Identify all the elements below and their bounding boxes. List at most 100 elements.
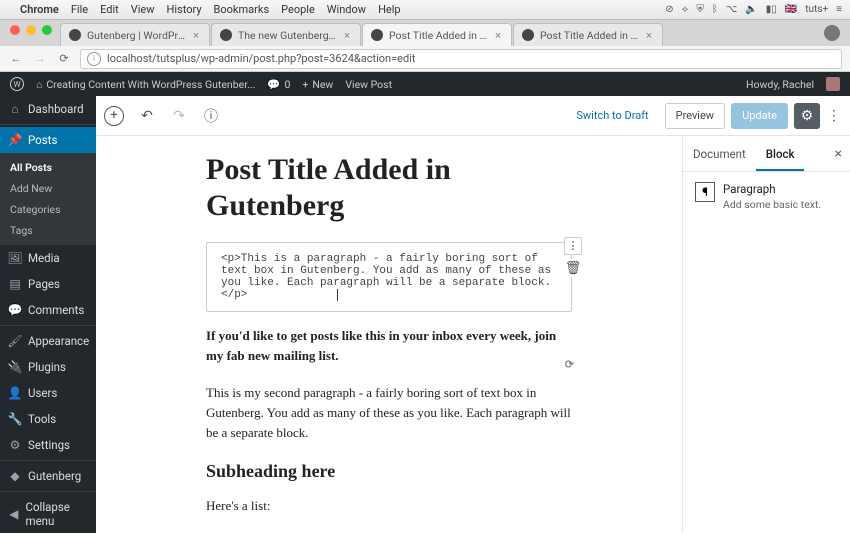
browser-tab[interactable]: The new Gutenberg editing ex × bbox=[211, 23, 361, 46]
view-post-link[interactable]: View Post bbox=[345, 78, 392, 91]
nav-reload-icon[interactable]: ⟳ bbox=[56, 52, 72, 65]
collapse-menu[interactable]: ◀Collapse menu bbox=[0, 494, 96, 534]
tray-flag-icon[interactable]: 🇬🇧 bbox=[785, 4, 797, 15]
window-minimize[interactable] bbox=[26, 25, 36, 35]
submenu-tags[interactable]: Tags bbox=[0, 220, 96, 241]
tray-shield-icon[interactable]: ⛨ bbox=[696, 4, 704, 15]
tab-close[interactable]: × bbox=[644, 29, 654, 42]
menu-tools[interactable]: 🔧Tools bbox=[0, 406, 96, 432]
gutenberg-icon: ◆ bbox=[8, 469, 22, 483]
menu-help[interactable]: Help bbox=[378, 3, 401, 16]
preview-button[interactable]: Preview bbox=[665, 103, 725, 129]
html-block-selected[interactable]: <p>This is a paragraph - a fairly boring… bbox=[206, 242, 572, 312]
favicon-icon bbox=[371, 29, 383, 41]
inspector-tabs: Document Block × bbox=[683, 136, 850, 172]
browser-tab[interactable]: Gutenberg | WordPress.org × bbox=[60, 23, 210, 46]
submenu-all-posts[interactable]: All Posts bbox=[0, 157, 96, 178]
page-icon: ▤ bbox=[8, 277, 22, 291]
menu-settings[interactable]: ⚙Settings bbox=[0, 432, 96, 458]
html-block-content: <p>This is a paragraph - a fairly boring… bbox=[221, 253, 551, 301]
menu-users[interactable]: 👤Users bbox=[0, 380, 96, 406]
sliders-icon: ⚙ bbox=[8, 438, 22, 452]
window-zoom[interactable] bbox=[42, 25, 52, 35]
paragraph-block[interactable]: This is my second paragraph - a fairly b… bbox=[206, 383, 572, 443]
user-icon: 👤 bbox=[8, 386, 22, 400]
editor-canvas[interactable]: Post Title Added in Gutenberg <p>This is… bbox=[96, 136, 682, 533]
mac-menu-bar: Chrome File Edit View History Bookmarks … bbox=[0, 0, 850, 20]
nav-back-icon[interactable]: ← bbox=[8, 52, 24, 65]
menu-dashboard[interactable]: ⌂Dashboard bbox=[0, 96, 96, 122]
wp-logo-icon[interactable]: W bbox=[10, 77, 24, 91]
tray-bat-icon[interactable]: ▮▯ bbox=[766, 4, 777, 15]
howdy-text[interactable]: Howdy, Rachel bbox=[746, 78, 814, 91]
favicon-icon bbox=[69, 29, 81, 41]
tray-key-icon[interactable]: ⌥ bbox=[726, 4, 738, 15]
menu-view[interactable]: View bbox=[131, 3, 155, 16]
tray-ham-icon[interactable]: ≡ bbox=[836, 4, 842, 15]
user-avatar-icon[interactable] bbox=[826, 77, 840, 91]
add-block-button[interactable]: + bbox=[104, 106, 124, 126]
new-button[interactable]: + New bbox=[302, 78, 333, 91]
browser-tab-active[interactable]: Post Title Added in Gutenber × bbox=[362, 23, 512, 46]
reusable-icon[interactable]: ⟳ bbox=[565, 357, 574, 374]
tab-close[interactable]: × bbox=[191, 29, 201, 42]
tab-block[interactable]: Block bbox=[756, 136, 805, 171]
post-title[interactable]: Post Title Added in Gutenberg bbox=[206, 152, 572, 224]
paragraph-text: If you'd like to get posts like this in … bbox=[206, 328, 556, 363]
menu-posts[interactable]: 📌Posts bbox=[0, 127, 96, 153]
menu-window[interactable]: Window bbox=[327, 3, 366, 16]
submenu-categories[interactable]: Categories bbox=[0, 199, 96, 220]
paragraph-block[interactable]: Here's a list: bbox=[206, 496, 572, 516]
more-menu-button[interactable]: ⋮ bbox=[826, 108, 842, 124]
close-inspector-button[interactable]: × bbox=[835, 146, 842, 162]
tray-brand[interactable]: tuts+ bbox=[805, 4, 828, 15]
tab-label: Post Title Added in Gutenber bbox=[389, 29, 487, 42]
favicon-icon bbox=[522, 29, 534, 41]
site-info-icon[interactable]: i bbox=[87, 52, 101, 66]
favicon-icon bbox=[220, 29, 232, 41]
tab-close[interactable]: × bbox=[342, 29, 352, 42]
block-type-name: Paragraph bbox=[723, 182, 821, 196]
tab-label: Post Title Added in Gutenberg bbox=[540, 29, 638, 42]
block-options-button[interactable]: ⋮ bbox=[564, 237, 582, 255]
redo-button: ↷ bbox=[170, 107, 188, 125]
app-name[interactable]: Chrome bbox=[20, 3, 59, 16]
profile-avatar-icon[interactable] bbox=[824, 25, 840, 41]
paragraph-block-bold[interactable]: If you'd like to get posts like this in … bbox=[206, 326, 572, 365]
tab-document[interactable]: Document bbox=[683, 136, 756, 171]
tray-bt-icon[interactable]: ᛒ bbox=[712, 4, 718, 15]
address-bar[interactable]: i localhost/tutsplus/wp-admin/post.php?p… bbox=[80, 49, 842, 69]
menu-plugins[interactable]: 🔌Plugins bbox=[0, 354, 96, 380]
menu-media[interactable]: 🖼Media bbox=[0, 245, 96, 271]
site-name[interactable]: ⌂ Creating Content With WordPress Gutenb… bbox=[36, 78, 255, 91]
switch-draft-button[interactable]: Switch to Draft bbox=[566, 103, 658, 129]
window-close[interactable] bbox=[10, 25, 20, 35]
menu-file[interactable]: File bbox=[71, 3, 88, 16]
block-delete-button[interactable]: 🗑 bbox=[564, 259, 582, 277]
menu-gutenberg[interactable]: ◆Gutenberg bbox=[0, 463, 96, 489]
menu-bookmarks[interactable]: Bookmarks bbox=[214, 3, 270, 16]
comments-count[interactable]: 💬 0 bbox=[267, 78, 290, 91]
comment-icon: 💬 bbox=[8, 303, 22, 317]
brush-icon: 🖌 bbox=[8, 334, 22, 348]
chrome-toolbar: ← → ⟳ i localhost/tutsplus/wp-admin/post… bbox=[0, 46, 850, 72]
menu-comments[interactable]: 💬Comments bbox=[0, 297, 96, 323]
menu-appearance[interactable]: 🖌Appearance bbox=[0, 328, 96, 354]
tab-close[interactable]: × bbox=[493, 29, 503, 42]
tray-vol-icon[interactable]: 🔈 bbox=[745, 4, 757, 15]
paragraph-icon: ¶ bbox=[695, 182, 715, 202]
tray-neg-icon[interactable]: ⊘ bbox=[665, 4, 673, 15]
update-button[interactable]: Update bbox=[731, 103, 788, 129]
tray-wifi-icon[interactable]: ⟡ bbox=[682, 4, 689, 15]
submenu-add-new[interactable]: Add New bbox=[0, 178, 96, 199]
menu-people[interactable]: People bbox=[281, 3, 315, 16]
settings-gear-button[interactable]: ⚙ bbox=[794, 103, 820, 129]
undo-button[interactable]: ↶ bbox=[138, 107, 156, 125]
text-caret bbox=[337, 289, 338, 301]
info-button[interactable]: ⓘ bbox=[202, 107, 220, 125]
menu-pages[interactable]: ▤Pages bbox=[0, 271, 96, 297]
browser-tab[interactable]: Post Title Added in Gutenberg × bbox=[513, 23, 663, 46]
menu-edit[interactable]: Edit bbox=[100, 3, 119, 16]
heading-block[interactable]: Subheading here bbox=[206, 461, 572, 482]
menu-history[interactable]: History bbox=[167, 3, 202, 16]
